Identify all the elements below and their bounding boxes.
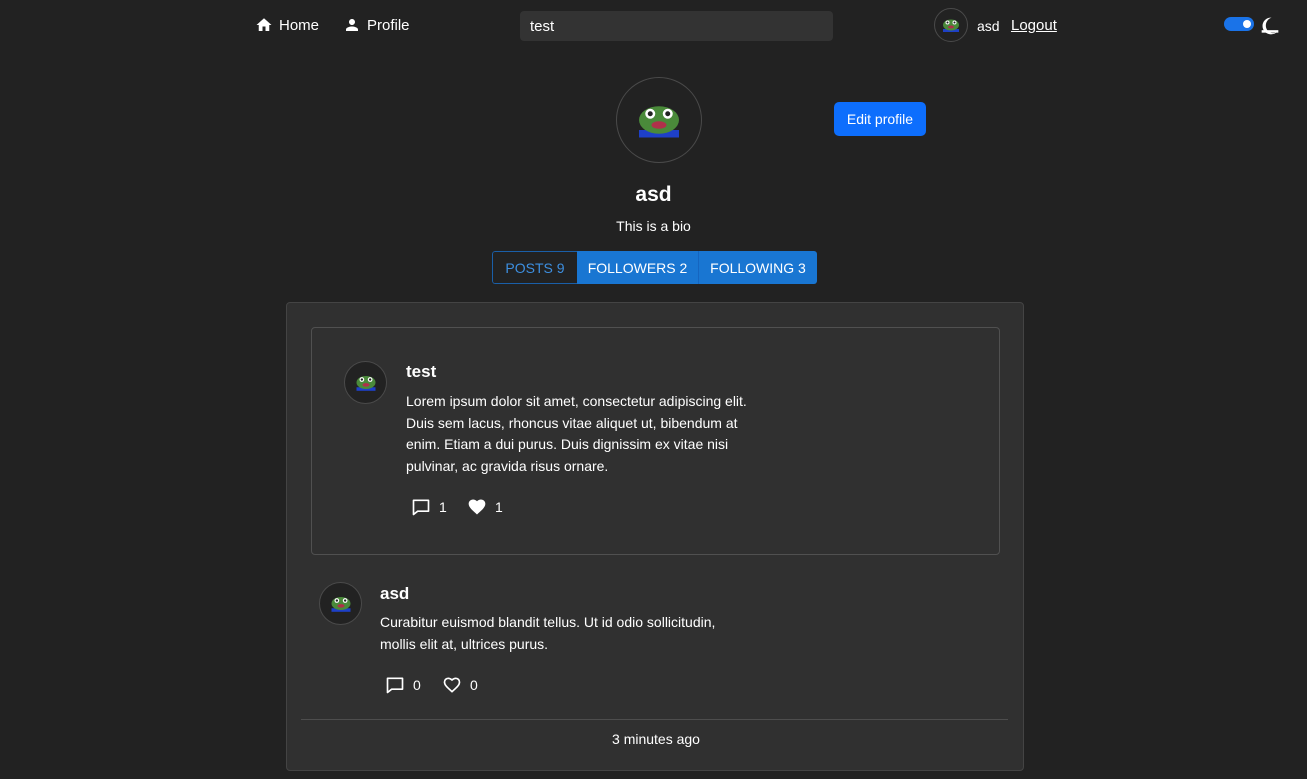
profile-tabs: POSTS 9 FOLLOWERS 2 FOLLOWING 3 (492, 251, 817, 284)
moon-icon[interactable] (1260, 16, 1280, 36)
nav-username: asd (977, 18, 1000, 34)
edit-profile-button[interactable]: Edit profile (834, 102, 926, 136)
like-count: 0 (470, 677, 478, 693)
nav-home-label: Home (279, 16, 320, 34)
frog-avatar-icon (331, 596, 350, 612)
comment-count: 1 (439, 499, 447, 515)
avatar[interactable] (319, 582, 362, 625)
tab-posts[interactable]: POSTS 9 (492, 251, 577, 284)
nav-profile-link[interactable]: Profile (343, 16, 410, 34)
like-button[interactable]: 1 (467, 497, 503, 517)
profile-avatar (616, 77, 702, 163)
heart-icon (468, 499, 486, 515)
frog-avatar-icon (356, 375, 375, 391)
home-icon (256, 18, 272, 31)
top-navbar: Home Profile asd Logout (0, 0, 1307, 52)
avatar[interactable] (344, 361, 387, 404)
frog-avatar-icon (943, 19, 959, 32)
like-button[interactable]: 0 (442, 675, 478, 695)
tab-followers[interactable]: FOLLOWERS 2 (577, 251, 698, 284)
like-count: 1 (495, 499, 503, 515)
comment-icon (412, 499, 430, 516)
frog-avatar-icon (639, 106, 679, 138)
person-icon (346, 19, 358, 31)
tab-following[interactable]: FOLLOWING 3 (698, 251, 817, 284)
nav-profile-label: Profile (367, 16, 410, 34)
post-author[interactable]: asd (380, 584, 409, 604)
profile-bio: This is a bio (616, 218, 691, 234)
comment-icon (386, 677, 404, 694)
comment-button[interactable]: 1 (411, 497, 447, 517)
profile-name: asd (635, 183, 672, 206)
post-body: Curabitur euismod blandit tellus. Ut id … (380, 614, 716, 652)
theme-toggle[interactable] (1224, 17, 1254, 31)
post-author[interactable]: test (406, 362, 436, 382)
search-input[interactable] (520, 11, 833, 41)
divider (301, 719, 1008, 720)
logout-link[interactable]: Logout (1011, 17, 1057, 34)
comment-count: 0 (413, 677, 421, 693)
nav-home-link[interactable]: Home (255, 16, 319, 34)
post-card[interactable]: test Lorem ipsum dolor sit amet, consect… (311, 327, 1000, 555)
avatar[interactable] (934, 8, 968, 42)
post-body: Lorem ipsum dolor sit amet, consectetur … (406, 393, 747, 474)
post-feed: test Lorem ipsum dolor sit amet, consect… (286, 302, 1024, 771)
post-timestamp: 3 minutes ago (612, 731, 700, 747)
heart-icon (443, 677, 461, 693)
comment-button[interactable]: 0 (385, 675, 421, 695)
